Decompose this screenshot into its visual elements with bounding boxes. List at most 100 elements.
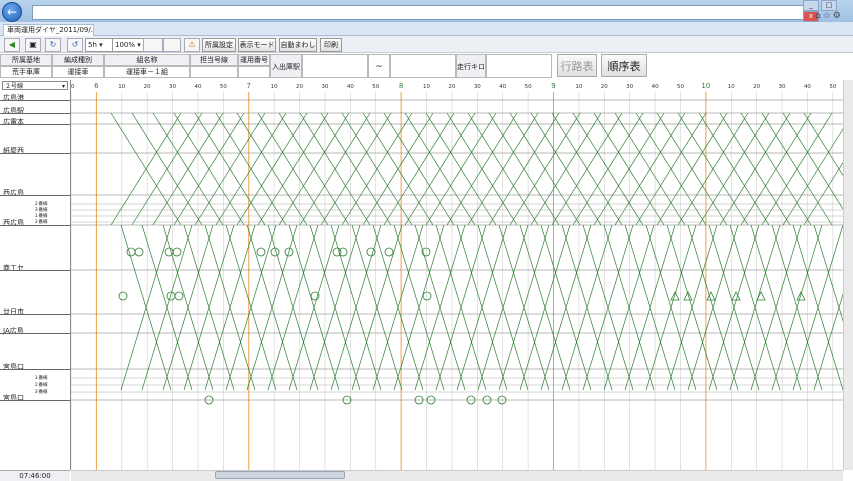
minute-tick-label: 40 — [347, 84, 354, 90]
header-inout-station-label: 入出庫駅 — [270, 54, 302, 78]
train-diagram[interactable]: 50 6 10 20 30 40 50 7 10 20 30 40 50 8 10 20 30 40 50 9 10 20… — [71, 80, 843, 470]
train-path — [782, 128, 843, 226]
train-path — [803, 112, 843, 177]
header-operation-value — [238, 66, 270, 78]
hour-tick-label: 10 — [701, 82, 710, 90]
header-depot-label: 所属基地 — [0, 54, 52, 66]
minute-tick-label: 30 — [169, 84, 176, 90]
station-labels: 広島港 広島駅 広電本 紙屋西 西広島 西広島 商工セ 廿日市 JA広島 宮島口 宮島口 ２番線 ３番線… — [0, 80, 70, 470]
address-bar[interactable] — [32, 5, 809, 20]
minute-tick-label: 50 — [525, 84, 532, 90]
minute-tick-label: 10 — [271, 84, 278, 90]
minute-tick-label: 40 — [499, 84, 506, 90]
inout-station-to-field[interactable] — [390, 54, 456, 78]
minute-tick-label: 20 — [601, 84, 608, 90]
affiliation-settings-button[interactable]: 所属設定 — [202, 38, 236, 52]
minute-tick-label: 30 — [626, 84, 633, 90]
header-group-label: 組名称 — [104, 54, 190, 66]
minute-tick-label: 20 — [753, 84, 760, 90]
inout-station-from-field[interactable] — [302, 54, 368, 78]
minute-tick-label: 40 — [652, 84, 659, 90]
track-label: １番線 — [34, 376, 48, 381]
header-operation-label: 運用番号 — [238, 54, 270, 66]
minute-tick-label: 50 — [372, 84, 379, 90]
station-divider — [0, 270, 70, 271]
reload-icon[interactable]: ↺ — [67, 38, 83, 52]
home-icon[interactable]: ⌂ — [815, 11, 823, 21]
track-label: ２番線 — [34, 202, 48, 207]
minute-tick-label: 40 — [194, 84, 201, 90]
depot-marker — [731, 291, 741, 301]
range-separator: ~ — [368, 54, 390, 78]
station-divider — [0, 153, 70, 154]
minute-tick-label: 50 — [677, 84, 684, 90]
window-controls: _ □x — [801, 0, 851, 22]
minute-tick-label: 50 — [829, 84, 836, 90]
hour-tick-label: 7 — [247, 82, 251, 90]
track-label: ２番線 — [34, 383, 48, 388]
header-formation-value: 運接車 — [52, 66, 104, 78]
header-line-label: 担当号線 — [190, 54, 238, 66]
stop-marker — [338, 247, 348, 257]
browser-tab[interactable]: 車両運用ダイヤ_2011/09/...× — [3, 24, 94, 36]
zoom-select[interactable]: 100% ▾ — [112, 38, 144, 52]
tab-title: 車両運用ダイヤ_2011/09/... — [7, 26, 94, 34]
station-divider — [0, 195, 70, 196]
header-formation-label: 編成種別 — [52, 54, 104, 66]
auto-rotation-button[interactable]: 自動まわし — [279, 38, 317, 52]
order-table-button[interactable]: 順序表 — [601, 54, 647, 77]
hour-tick-label: 8 — [399, 82, 403, 90]
stop-marker — [384, 247, 394, 257]
minute-tick-label: 20 — [296, 84, 303, 90]
stop-marker — [174, 291, 184, 301]
minute-tick-label: 10 — [575, 84, 582, 90]
horizontal-scrollbar[interactable] — [71, 470, 843, 481]
minute-tick-label: 10 — [728, 84, 735, 90]
distance-field[interactable] — [486, 54, 552, 78]
horizontal-scroll-thumb[interactable] — [215, 471, 345, 479]
back-arrow-icon[interactable]: ← — [2, 2, 22, 22]
stop-marker — [164, 247, 174, 257]
header-distance-label: 走行キロ — [456, 54, 486, 78]
browser-icons: ⌂☆⚙ — [815, 11, 843, 21]
train-path — [803, 161, 843, 226]
minute-tick-label: 50 — [71, 84, 75, 90]
stop-marker — [256, 247, 266, 257]
minute-tick-label: 30 — [779, 84, 786, 90]
hour-tick-label: 6 — [94, 82, 99, 90]
blank-button-1[interactable] — [143, 38, 163, 52]
station-divider — [0, 333, 70, 334]
refresh-icon[interactable]: ↻ — [45, 38, 61, 52]
warning-icon[interactable]: ⚠ — [184, 38, 200, 52]
station-divider — [0, 314, 70, 315]
hour-tick-label: 9 — [551, 82, 555, 90]
gear-icon[interactable]: ⚙ — [833, 11, 843, 21]
minute-tick-label: 10 — [423, 84, 430, 90]
station-divider — [0, 124, 70, 125]
stop-marker — [134, 247, 144, 257]
vertical-scrollbar[interactable] — [843, 80, 853, 470]
display-mode-button[interactable]: 表示モード — [238, 38, 276, 52]
track-label: ２番線 — [34, 220, 48, 225]
star-icon[interactable]: ☆ — [823, 11, 833, 21]
print-button[interactable]: 印刷 — [320, 38, 342, 52]
train-path — [782, 112, 843, 210]
stop-marker — [422, 291, 432, 301]
back-icon[interactable]: ◀ — [4, 38, 20, 52]
route-table-button[interactable]: 行路表 — [557, 54, 597, 77]
minute-tick-label: 20 — [144, 84, 151, 90]
track-label: ３番線 — [34, 208, 48, 213]
header-group-value: 運接車－１組 — [104, 66, 190, 78]
stop-marker — [366, 247, 376, 257]
minute-tick-label: 20 — [448, 84, 455, 90]
minimize-icon[interactable]: _ — [803, 0, 819, 11]
depot-marker — [706, 291, 716, 301]
station-divider — [0, 100, 70, 101]
interval-select[interactable]: 5h ▾ — [85, 38, 113, 52]
maximize-icon[interactable]: □ — [821, 0, 837, 11]
station-divider — [0, 225, 70, 226]
blank-button-2[interactable] — [163, 38, 181, 52]
minute-tick-label: 40 — [804, 84, 811, 90]
stop-marker — [126, 247, 136, 257]
print-icon[interactable]: ▣ — [25, 38, 41, 52]
